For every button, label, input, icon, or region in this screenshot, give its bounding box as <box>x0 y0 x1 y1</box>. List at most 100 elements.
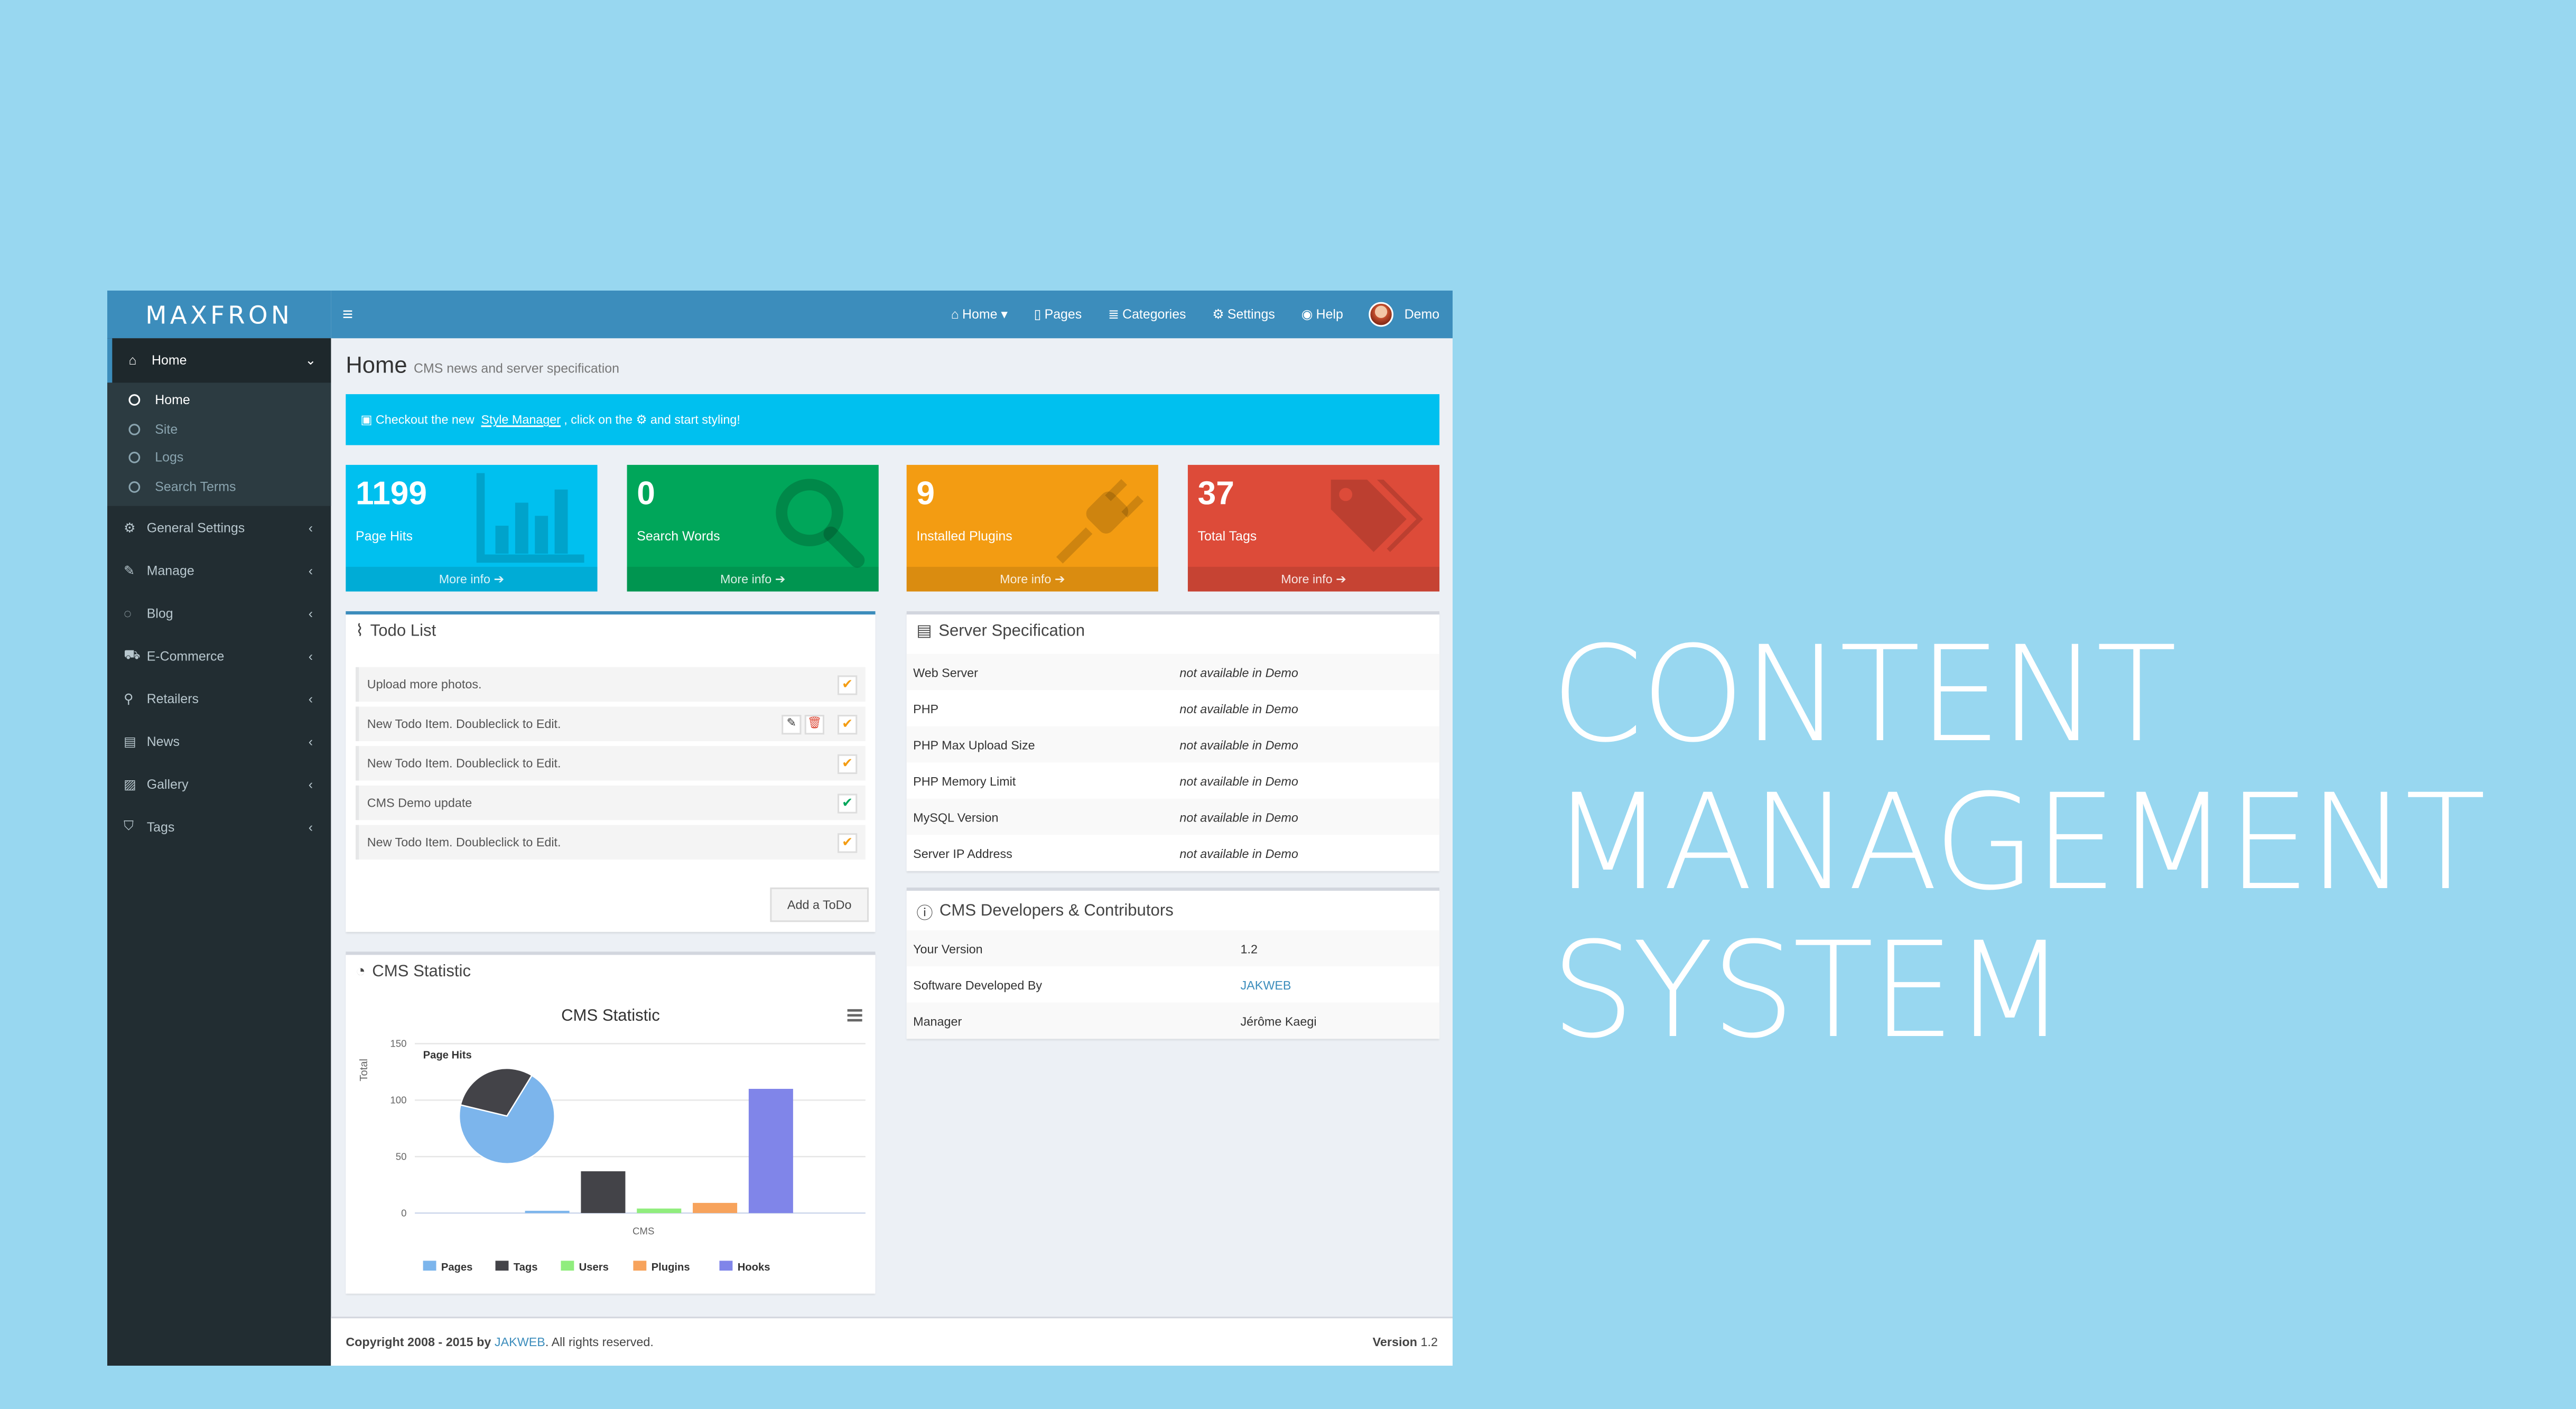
more-info-link[interactable]: More info ➔ <box>906 566 1158 592</box>
callout-text-post: , click on the ⚙ and start styling! <box>564 412 740 427</box>
check-icon[interactable]: ✔ <box>837 715 858 735</box>
developer-key: Manager <box>913 1013 962 1028</box>
legend-item-users[interactable]: Users <box>579 1262 609 1273</box>
bar-pages[interactable] <box>525 1210 570 1214</box>
sidebar-item-tags[interactable]: ⛉ Tags ‹ <box>107 805 331 848</box>
sidebar-submenu: Home Site Logs Search Terms <box>107 382 331 506</box>
more-info-link[interactable]: More info ➔ <box>346 566 598 592</box>
chart-title: CMS Statistic <box>561 1006 660 1024</box>
server-key: PHP Memory Limit <box>913 773 1016 788</box>
sidebar-item-news[interactable]: ▤ News ‹ <box>107 720 331 762</box>
check-icon[interactable]: ✔ <box>837 794 858 814</box>
todo-item[interactable]: CMS Demo update ✔ <box>355 785 866 820</box>
bar-plugins[interactable] <box>693 1202 738 1214</box>
developer-key: Software Developed By <box>913 977 1043 992</box>
sidebar-subitem-label: Site <box>155 422 178 437</box>
nav-home-label: Home ▾ <box>962 307 1008 322</box>
sidebar-item-label: Tags <box>146 819 175 834</box>
sidebar-item-label: Retailers <box>146 690 199 706</box>
style-manager-link[interactable]: Style Manager <box>481 412 561 427</box>
list-icon: ≣ <box>1108 307 1119 322</box>
panel-title-text: CMS Developers & Contributors <box>939 902 1174 921</box>
legend-item-hooks[interactable]: Hooks <box>738 1262 770 1273</box>
cms-statistic-panel: ◔ CMS Statistic CMS Statistic Total Page … <box>346 951 876 1294</box>
nav-categories[interactable]: ≣ Categories <box>1108 307 1186 322</box>
more-info-link[interactable]: More info ➔ <box>1187 566 1440 592</box>
more-info-label: More info ➔ <box>1000 572 1065 587</box>
todo-item[interactable]: Upload more photos. ✔ <box>355 667 866 702</box>
more-info-label: More info ➔ <box>1281 572 1346 587</box>
todo-list-title: ⌇ Todo List <box>356 623 436 641</box>
y-tick-label: 150 <box>390 1038 406 1049</box>
add-todo-button[interactable]: Add a ToDo <box>770 887 869 922</box>
cms-statistic-chart: CMS Statistic Total Page Hits CMS 0 50 100… <box>358 1006 866 1273</box>
legend-swatch <box>719 1261 733 1271</box>
bar-tags[interactable] <box>581 1171 626 1214</box>
panel-title-text: Server Specification <box>938 622 1085 641</box>
server-value: not available in Demo <box>1179 773 1298 788</box>
more-info-link[interactable]: More info ➔ <box>627 566 879 592</box>
todo-item[interactable]: New Todo Item. Doubleclick to Edit. ✎ 🗑 … <box>355 706 866 741</box>
sidebar-toggle-icon[interactable]: ≡ <box>342 305 353 325</box>
todo-item[interactable]: New Todo Item. Doubleclick to Edit. ✔ <box>355 746 866 781</box>
brand-logo[interactable]: MAXFRON <box>107 291 331 339</box>
trash-icon[interactable]: 🗑 <box>804 715 825 735</box>
check-icon[interactable]: ✔ <box>837 833 858 853</box>
image-icon: ▨ <box>124 776 136 791</box>
sidebar-item-gallery[interactable]: ▨ Gallery ‹ <box>107 762 331 805</box>
pie-label: Page Hits <box>423 1050 472 1061</box>
legend-item-plugins[interactable]: Plugins <box>652 1262 690 1273</box>
chevron-left-icon: ‹ <box>308 776 313 791</box>
gears-icon: ⚙ <box>124 520 136 535</box>
nav-home[interactable]: ⌂ Home ▾ <box>951 307 1008 322</box>
sidebar-item-e-commerce[interactable]: ⛟ E-Commerce ‹ <box>107 634 331 677</box>
developer-row: Software Developed By JAKWEB <box>907 966 1439 1002</box>
chevron-left-icon: ‹ <box>308 605 313 621</box>
nav-help[interactable]: ◉ Help <box>1301 307 1343 322</box>
user-menu[interactable]: Demo <box>1369 302 1440 327</box>
user-name: Demo <box>1404 307 1440 322</box>
sidebar-item-label: News <box>146 733 180 749</box>
todo-item[interactable]: New Todo Item. Doubleclick to Edit. ✔ <box>355 825 866 860</box>
developer-value: Jérôme Kaegi <box>1240 1013 1317 1028</box>
home-icon: ⌂ <box>951 307 959 322</box>
developer-value: 1.2 <box>1240 940 1258 956</box>
sidebar-item-manage[interactable]: ✎ Manage ‹ <box>107 549 331 592</box>
sidebar-subitem-site[interactable]: Site <box>107 415 331 443</box>
nav-pages[interactable]: ▯ Pages <box>1034 307 1082 322</box>
check-icon[interactable]: ✔ <box>837 754 858 775</box>
server-key: MySQL Version <box>913 809 999 825</box>
page-footer: Copyright 2008 - 2015 by JAKWEB. All rig… <box>331 1317 1453 1366</box>
sidebar-item-blog[interactable]: ◌ Blog ‹ <box>107 592 331 634</box>
legend-item-tags[interactable]: Tags <box>514 1262 538 1273</box>
callout-text-pre: Checkout the new <box>375 412 475 427</box>
chart-menu-icon[interactable] <box>847 1009 862 1022</box>
legend-item-pages[interactable]: Pages <box>441 1262 473 1273</box>
style-manager-callout: ▣ Checkout the new Style Manager , click… <box>346 394 1440 445</box>
sidebar-subitem-home[interactable]: Home <box>107 386 331 415</box>
nav-settings[interactable]: ⚙ Settings <box>1212 307 1275 322</box>
version-info: Version 1.2 <box>1373 1335 1438 1349</box>
todo-item-text: Upload more photos. <box>367 677 482 692</box>
sidebar-item-home[interactable]: ⌂ Home ⌄ <box>107 338 331 383</box>
page-title: Home CMS news and server specification <box>346 351 619 378</box>
tagline: CONTENT MANAGEMENT SYSTEM <box>1551 621 2486 1065</box>
sidebar-subitem-search-terms[interactable]: Search Terms <box>107 472 331 501</box>
sidebar-subitem-logs[interactable]: Logs <box>107 443 331 472</box>
bar-users[interactable] <box>637 1208 682 1214</box>
stat-box-installed-plugins: 9 Installed Plugins More info ➔ <box>906 464 1158 592</box>
sidebar-item-label: Gallery <box>146 776 189 791</box>
sidebar-item-retailers[interactable]: ⚲ Retailers ‹ <box>107 677 331 720</box>
server-row: PHP not available in Demo <box>907 690 1439 726</box>
stat-box-page-hits: 1199 Page Hits More info ➔ <box>346 464 598 592</box>
stat-label: Total Tags <box>1197 529 1257 544</box>
bar-hooks[interactable] <box>748 1089 793 1214</box>
check-icon[interactable]: ✔ <box>837 675 858 695</box>
info-icon: ⓘ <box>916 906 933 924</box>
jakweb-link[interactable]: JAKWEB <box>1241 977 1291 992</box>
sidebar-item-general-settings[interactable]: ⚙ General Settings ‹ <box>107 506 331 549</box>
company-link[interactable]: JAKWEB <box>495 1335 545 1349</box>
server-specification-title: ▤ Server Specification <box>916 623 1085 641</box>
tags-icon <box>1327 473 1426 580</box>
pencil-icon[interactable]: ✎ <box>782 715 802 735</box>
